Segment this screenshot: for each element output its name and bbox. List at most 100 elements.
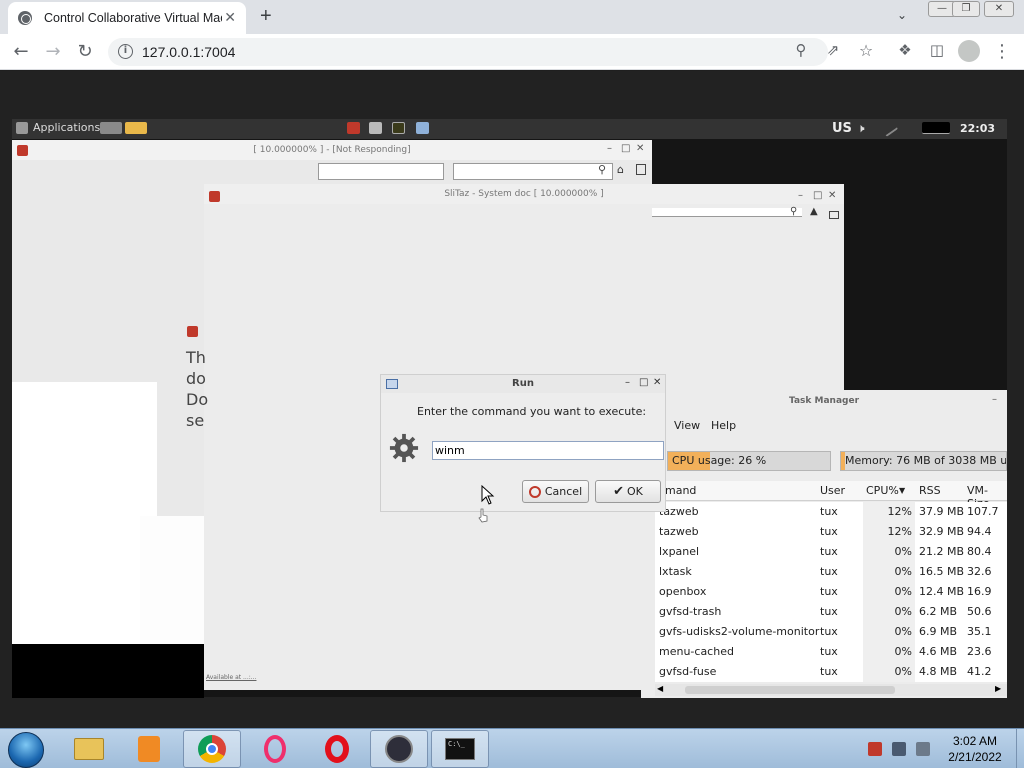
window-titlebar[interactable]: [ 10.000000% ] - [Not Responding] bbox=[12, 140, 652, 160]
minimize-icon[interactable]: – bbox=[992, 394, 997, 405]
opera-gx-icon[interactable] bbox=[246, 730, 304, 768]
forward-arrow-icon[interactable]: → bbox=[42, 41, 64, 62]
new-tab-button[interactable]: + bbox=[260, 5, 272, 28]
flag-icon[interactable] bbox=[868, 742, 882, 756]
process-cpu: 0% bbox=[894, 585, 912, 598]
horizontal-scrollbar[interactable]: ◀ ▶ bbox=[655, 684, 1007, 696]
search-entry[interactable] bbox=[453, 163, 613, 180]
search-icon[interactable]: ⚲ bbox=[598, 163, 606, 176]
keyboard-layout-indicator[interactable]: US bbox=[832, 121, 852, 136]
file-manager-launcher-icon[interactable] bbox=[369, 122, 382, 134]
minimize-icon[interactable]: – bbox=[625, 377, 630, 388]
table-row[interactable]: gvfsd-fuse tux 0% 4.8 MB 41.2 bbox=[655, 662, 1007, 682]
scroll-right-icon[interactable]: ▶ bbox=[995, 684, 1001, 693]
process-cpu: 0% bbox=[894, 645, 912, 658]
table-row[interactable]: lxtask tux 0% 16.5 MB 32.6 bbox=[655, 562, 1007, 582]
share-icon[interactable]: ⇗ bbox=[822, 41, 844, 59]
maximize-icon[interactable]: □ bbox=[639, 377, 648, 388]
back-arrow-icon[interactable]: ← bbox=[10, 41, 32, 62]
terminal-launcher-icon[interactable] bbox=[392, 122, 405, 134]
run-dialog-titlebar[interactable]: Run bbox=[381, 375, 665, 393]
home-icon[interactable]: ▲ bbox=[810, 206, 818, 217]
volume-muted-icon[interactable] bbox=[916, 742, 930, 756]
start-button[interactable] bbox=[8, 732, 44, 768]
command-input[interactable] bbox=[432, 441, 664, 460]
task-manager-title[interactable]: Task Manager bbox=[641, 390, 1007, 412]
profile-avatar[interactable] bbox=[958, 40, 980, 62]
close-button[interactable]: ✕ bbox=[984, 1, 1014, 17]
more-menu-icon[interactable]: ⋮ bbox=[991, 41, 1013, 62]
window-launcher-icon[interactable] bbox=[416, 122, 429, 134]
volume-icon[interactable]: 🕨 bbox=[857, 121, 865, 136]
close-icon[interactable]: ✕ bbox=[828, 190, 836, 201]
table-row[interactable]: lxpanel tux 0% 21.2 MB 80.4 bbox=[655, 542, 1007, 562]
chrome-icon[interactable] bbox=[183, 730, 241, 768]
tazweb-launcher-icon[interactable] bbox=[347, 122, 360, 134]
address-bar[interactable]: i 127.0.0.1:7004 bbox=[108, 38, 828, 66]
run-dialog[interactable]: Run – □ ✕ Enter the command you want to … bbox=[380, 374, 666, 512]
url-entry[interactable] bbox=[318, 163, 444, 180]
table-row[interactable]: tazweb tux 12% 37.9 MB 107.7 bbox=[655, 502, 1007, 522]
scroll-left-icon[interactable]: ◀ bbox=[657, 684, 663, 693]
window-title: SliTaz - System doc [ 10.000000% ] bbox=[444, 189, 604, 199]
network-icon[interactable] bbox=[879, 119, 899, 137]
table-row[interactable]: openbox tux 0% 12.4 MB 16.9 bbox=[655, 582, 1007, 602]
table-row[interactable]: menu-cached tux 0% 4.6 MB 23.6 bbox=[655, 642, 1007, 662]
side-panel-icon[interactable]: ◫ bbox=[926, 41, 948, 59]
applications-menu[interactable]: Applications bbox=[16, 121, 100, 134]
scrollbar-thumb[interactable] bbox=[685, 686, 895, 694]
desktop-pager-icon[interactable] bbox=[100, 122, 122, 134]
tab-search-chevron-icon[interactable]: ⌄ bbox=[897, 8, 907, 22]
process-vm-size: 32.6 bbox=[967, 565, 992, 578]
process-cpu: 12% bbox=[887, 505, 912, 518]
bookmark-star-icon[interactable]: ☆ bbox=[855, 41, 877, 60]
network-icon[interactable] bbox=[892, 742, 906, 756]
close-icon[interactable]: ✕ bbox=[653, 377, 661, 388]
table-row[interactable]: gvfs-udisks2-volume-monitor tux 0% 6.9 MB 35… bbox=[655, 622, 1007, 642]
column-cpu[interactable]: CPU% bbox=[866, 484, 899, 497]
bookmarks-icon[interactable] bbox=[636, 164, 646, 175]
url-text[interactable]: 127.0.0.1:7004 bbox=[142, 44, 235, 60]
minimize-icon[interactable]: – bbox=[607, 143, 612, 154]
home-icon[interactable]: ⌂ bbox=[617, 163, 624, 176]
window-title: [ 10.000000% ] - [Not Responding] bbox=[253, 145, 411, 155]
tab-close-icon[interactable]: ✕ bbox=[224, 10, 236, 26]
opera-icon[interactable] bbox=[308, 730, 366, 768]
extensions-puzzle-icon[interactable]: ❖ bbox=[894, 41, 916, 59]
reload-icon[interactable]: ↻ bbox=[74, 41, 96, 62]
process-rss: 6.9 MB bbox=[919, 625, 958, 638]
table-row[interactable]: gvfsd-trash tux 0% 6.2 MB 50.6 bbox=[655, 602, 1007, 622]
menu-help[interactable]: Help bbox=[711, 419, 736, 432]
site-info-icon[interactable]: i bbox=[118, 44, 133, 59]
folder-icon[interactable] bbox=[125, 122, 147, 134]
process-vm-size: 94.4 bbox=[967, 525, 992, 538]
obs-icon[interactable] bbox=[370, 730, 428, 768]
search-entry[interactable] bbox=[652, 208, 802, 217]
show-desktop-button[interactable] bbox=[1016, 729, 1024, 768]
menu-view[interactable]: View bbox=[674, 419, 700, 432]
window-titlebar[interactable]: SliTaz - System doc [ 10.000000% ] bbox=[204, 184, 844, 204]
mouse-pointer-icon bbox=[481, 485, 495, 505]
column-user[interactable]: User bbox=[820, 484, 845, 497]
cmd-icon[interactable]: C:\_ bbox=[431, 730, 489, 768]
window-icon bbox=[386, 379, 398, 389]
file-explorer-icon[interactable] bbox=[60, 730, 118, 768]
media-player-icon[interactable] bbox=[120, 730, 178, 768]
column-rss[interactable]: RSS bbox=[919, 484, 941, 497]
column-command[interactable]: mand bbox=[665, 484, 696, 497]
zoom-icon[interactable]: ⚲ bbox=[790, 41, 812, 59]
task-manager-window[interactable]: Task Manager – View Help CPU usage: 26 %… bbox=[641, 390, 1007, 698]
table-row[interactable]: tazweb tux 12% 32.9 MB 94.4 bbox=[655, 522, 1007, 542]
browser-tab[interactable]: Control Collaborative Virtual Mac ✕ bbox=[8, 2, 246, 34]
ok-button[interactable]: ✔ OK bbox=[595, 480, 661, 503]
restore-button[interactable]: ❐ bbox=[952, 1, 980, 17]
minimize-icon[interactable]: – bbox=[798, 190, 803, 201]
cancel-button[interactable]: Cancel bbox=[522, 480, 589, 503]
search-icon[interactable]: ⚲ bbox=[790, 206, 797, 217]
system-clock[interactable]: 3:02 AM 2/21/2022 bbox=[935, 733, 1015, 765]
process-list[interactable]: tazweb tux 12% 37.9 MB 107.7 tazweb tux 12% 32.9… bbox=[655, 502, 1007, 682]
maximize-icon[interactable]: □ bbox=[813, 190, 822, 201]
bookmarks-icon[interactable] bbox=[829, 211, 839, 219]
maximize-icon[interactable]: □ bbox=[621, 143, 630, 154]
close-icon[interactable]: ✕ bbox=[636, 143, 644, 154]
